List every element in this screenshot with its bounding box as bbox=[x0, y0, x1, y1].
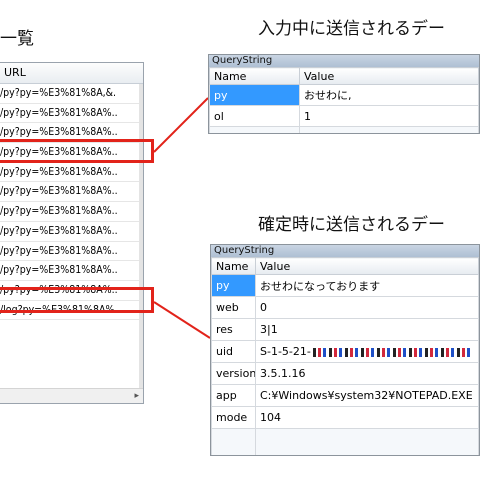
empty-row bbox=[211, 428, 479, 455]
param-value: 104 bbox=[255, 406, 479, 429]
table-row[interactable]: mode 104 bbox=[211, 406, 479, 429]
param-value: 1 bbox=[299, 105, 479, 127]
param-name: app bbox=[211, 384, 256, 407]
querystring-title: QueryString bbox=[211, 245, 479, 257]
param-value: おせわに, bbox=[299, 84, 479, 106]
param-name: res bbox=[211, 318, 256, 341]
table-row[interactable]: web 0 bbox=[211, 296, 479, 319]
querystring-title: QueryString bbox=[209, 55, 479, 67]
querystring-table: Name Value py おせわになっております web 0 res 3|1 … bbox=[211, 257, 479, 455]
table-row[interactable]: ol 1 bbox=[209, 105, 479, 127]
name-column-header[interactable]: Name bbox=[209, 67, 300, 85]
table-row[interactable]: res 3|1 bbox=[211, 318, 479, 341]
name-column-header[interactable]: Name bbox=[211, 257, 256, 275]
param-name: uid bbox=[211, 340, 256, 363]
connector-line-typing bbox=[153, 97, 209, 153]
value-column-header[interactable]: Value bbox=[299, 67, 479, 85]
table-row[interactable]: py おせわに, bbox=[209, 84, 479, 106]
param-name: version bbox=[211, 362, 256, 385]
uid-value: S-1-5-21- bbox=[260, 345, 311, 358]
param-value: 3|1 bbox=[255, 318, 479, 341]
table-row[interactable]: py おせわになっております bbox=[211, 274, 479, 297]
querystring-panel-typing: QueryString Name Value py おせわに, ol 1 bbox=[208, 54, 480, 134]
param-name: mode bbox=[211, 406, 256, 429]
param-name: py bbox=[209, 84, 300, 106]
param-name: py bbox=[211, 274, 256, 297]
value-column-header[interactable]: Value bbox=[255, 257, 479, 275]
param-value: 3.5.1.16 bbox=[255, 362, 479, 385]
table-row[interactable]: version 3.5.1.16 bbox=[211, 362, 479, 385]
querystring-table: Name Value py おせわに, ol 1 bbox=[209, 67, 479, 133]
param-name: web bbox=[211, 296, 256, 319]
param-value: C:¥Windows¥system32¥NOTEPAD.EXE bbox=[255, 384, 479, 407]
connector-line-confirm bbox=[153, 301, 211, 339]
querystring-panel-confirm: QueryString Name Value py おせわになっております we… bbox=[210, 244, 480, 456]
redacted-mosaic bbox=[312, 347, 473, 357]
param-value: S-1-5-21- bbox=[255, 340, 479, 363]
empty-row bbox=[209, 126, 479, 133]
param-value: 0 bbox=[255, 296, 479, 319]
param-name: ol bbox=[209, 105, 300, 127]
table-row[interactable]: app C:¥Windows¥system32¥NOTEPAD.EXE bbox=[211, 384, 479, 407]
param-value: おせわになっております bbox=[255, 274, 479, 297]
table-row[interactable]: uid S-1-5-21- bbox=[211, 340, 479, 363]
